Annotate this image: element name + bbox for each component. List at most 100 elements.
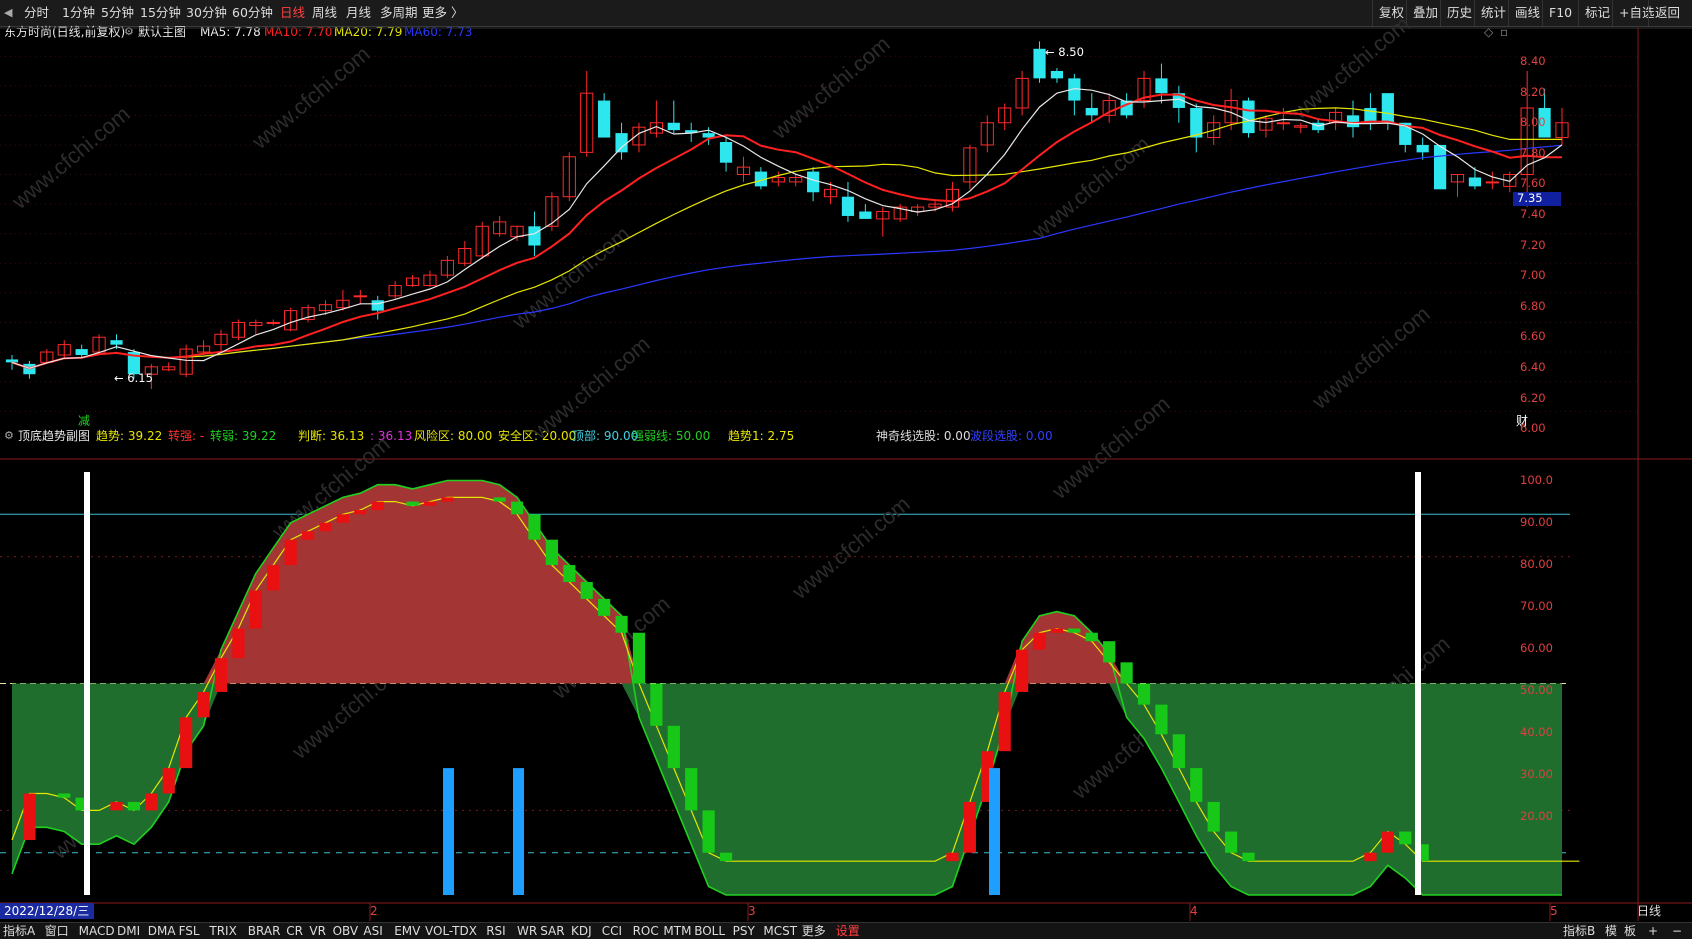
period-tab-4[interactable]: 30分钟 [186, 0, 227, 26]
period-tab-7[interactable]: 周线 [312, 0, 337, 26]
candle-body [928, 203, 942, 208]
chart-canvas[interactable]: www.cfchi.com www.cfchi.com www.cfchi.com w… [0, 0, 1692, 938]
indicator-tab-21[interactable]: BOLL [694, 923, 725, 939]
indicator-tab-24[interactable]: 更多 [802, 923, 826, 939]
trend-bar [110, 801, 123, 811]
indicator-tab-12[interactable]: EMV [394, 923, 420, 939]
indicator-tab-1[interactable]: 窗口 [45, 923, 69, 939]
toolbar-button-2[interactable]: 历史 [1440, 0, 1478, 26]
toolbar-button-0[interactable]: 复权 [1372, 0, 1410, 26]
toolbar-button-3[interactable]: 统计 [1474, 0, 1512, 26]
indicator-tab-19[interactable]: ROC [633, 923, 659, 939]
right-tab-2[interactable]: 板 [1624, 923, 1636, 939]
indicator-tab-20[interactable]: MTM [663, 923, 691, 939]
indicator-tab-5[interactable]: FSL [179, 923, 200, 939]
signal-bar-white [84, 472, 90, 895]
candle-body [353, 295, 367, 298]
indicator-tab-25[interactable]: 设置 [836, 923, 860, 939]
sub-axis-tick: 100.0 [1520, 473, 1553, 487]
candle-body [1485, 181, 1499, 184]
candle-body [719, 141, 733, 163]
indicator-tab-2[interactable]: MACD [79, 923, 115, 939]
sub-param-5: 风险区: 80.00 [414, 429, 493, 443]
indicator-tab-11[interactable]: ASI [363, 923, 382, 939]
right-tab-3[interactable]: + [1648, 923, 1658, 939]
toolbar-button-5[interactable]: F10 [1542, 0, 1578, 26]
period-tab-8[interactable]: 月线 [346, 0, 371, 26]
indicator-tab-8[interactable]: CR [286, 923, 303, 939]
event-marker-left[interactable]: 减 [78, 413, 90, 429]
toolbar-button-8[interactable]: 返回 [1648, 0, 1686, 26]
trend-bar [1050, 628, 1064, 633]
sub-param-9: 趋势1: 2.75 [728, 429, 795, 443]
right-tab-4[interactable]: − [1672, 923, 1682, 939]
indicator-tab-0[interactable]: 指标A [3, 923, 35, 939]
period-tab-0[interactable]: 分时 [24, 0, 49, 26]
candle-body [1259, 117, 1273, 131]
toolbar-button-6[interactable]: 标记 [1578, 0, 1616, 26]
indicator-tab-16[interactable]: SAR [540, 923, 564, 939]
window-icon[interactable]: ▫ [1500, 24, 1508, 40]
sub-indicator-title[interactable]: 顶底趋势副图 [18, 428, 90, 444]
period-tab-6[interactable]: 日线 [280, 0, 305, 26]
indicator-tab-10[interactable]: OBV [333, 923, 359, 939]
indicator-tab-18[interactable]: CCI [602, 923, 622, 939]
period-tab-5[interactable]: 60分钟 [232, 0, 273, 26]
indicator-settings-icon[interactable]: ⚙ [124, 24, 134, 40]
toolbar-button-1[interactable]: 叠加 [1406, 0, 1444, 26]
trend-bar [1137, 683, 1151, 705]
candle-body [980, 122, 994, 146]
period-tab-10[interactable]: 更多 〉 [422, 0, 463, 26]
main-indicator-name[interactable]: 默认主图 [138, 24, 186, 40]
candle-body [580, 92, 594, 153]
sub-param-2: 转弱: 39.22 [210, 429, 277, 443]
indicator-tab-6[interactable]: TRIX [209, 923, 236, 939]
indicator-tab-13[interactable]: VOL-TDX [425, 923, 477, 939]
price-axis-tick: 6.20 [1520, 390, 1546, 405]
candle-body [1033, 48, 1046, 79]
trend-bar [981, 751, 994, 802]
sub-param-11: 波段选股: 0.00 [970, 429, 1053, 443]
period-tab-9[interactable]: 多周期 [380, 0, 418, 26]
indicator-tab-17[interactable]: KDJ [571, 923, 592, 939]
diamond-icon[interactable]: ◇ [1484, 24, 1493, 40]
signal-bar-white [1415, 472, 1421, 895]
signal-bar-blue [443, 768, 454, 895]
period-tab-3[interactable]: 15分钟 [140, 0, 181, 26]
indicator-tab-4[interactable]: DMA [148, 923, 176, 939]
ma10-line [11, 93, 1562, 370]
ma-label-3: MA60: 7.73 [404, 25, 473, 39]
sub-indicator-settings-icon[interactable]: ⚙ [4, 428, 14, 444]
trend-bar [650, 683, 663, 726]
indicator-tab-23[interactable]: MCST [763, 923, 797, 939]
watermark-text: www.cfchi.com [1326, 631, 1454, 744]
candle-body [196, 345, 211, 353]
event-marker-right[interactable]: 财 [1516, 413, 1528, 429]
candle-body [1085, 107, 1098, 116]
trend-bar [75, 797, 88, 811]
toolbar-button-4[interactable]: 画线 [1508, 0, 1546, 26]
candle-body [1555, 122, 1569, 139]
right-tab-0[interactable]: 指标B [1563, 923, 1595, 939]
collapse-arrow-icon[interactable]: ◀ [4, 0, 12, 26]
candle-body [510, 225, 524, 238]
right-tab-1[interactable]: 模 [1605, 923, 1617, 939]
watermark-text: www.cfchi.com [506, 221, 634, 334]
candle-body [667, 122, 680, 131]
trend-bar [1068, 628, 1081, 633]
period-tab-1[interactable]: 1分钟 [62, 0, 95, 26]
indicator-tab-9[interactable]: VR [309, 923, 326, 939]
watermark-text: www.cfchi.com [1066, 691, 1194, 804]
indicator-tab-15[interactable]: WR [517, 923, 537, 939]
indicator-tab-14[interactable]: RSI [486, 923, 506, 939]
date-cursor-label: 2022/12/28/三 [0, 903, 94, 919]
period-tab-2[interactable]: 5分钟 [101, 0, 134, 26]
indicator-tab-3[interactable]: DMI [117, 923, 140, 939]
candle-body [1294, 125, 1308, 128]
indicator-tab-7[interactable]: BRAR [248, 923, 281, 939]
candle-body [249, 321, 263, 326]
candle-body [1172, 93, 1185, 108]
price-axis-tick: 7.80 [1520, 145, 1546, 160]
candle-body [266, 321, 280, 324]
indicator-tab-22[interactable]: PSY [733, 923, 755, 939]
